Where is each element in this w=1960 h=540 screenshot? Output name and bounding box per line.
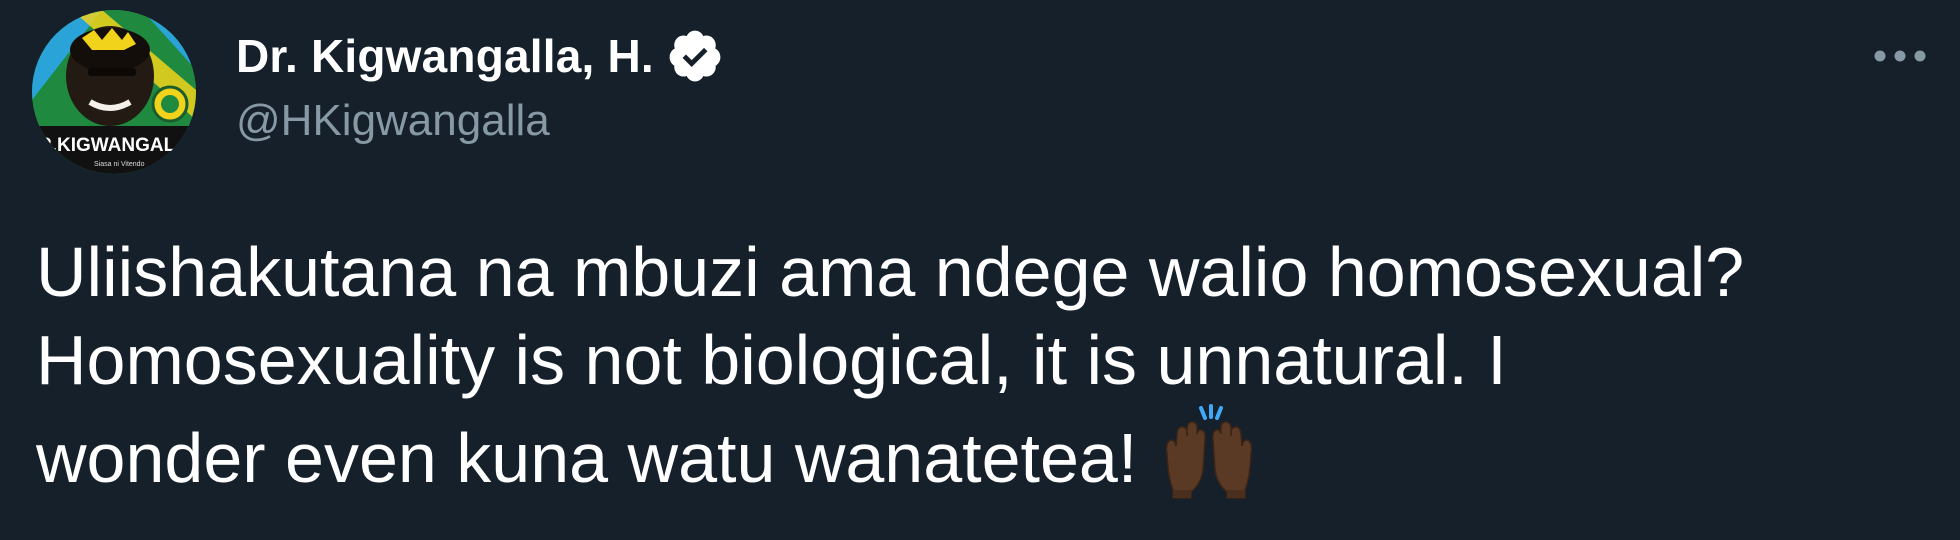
avatar-image: R.KIGWANGAL Siasa ni Vitendo — [32, 10, 196, 174]
author-name-row[interactable]: Dr. Kigwangalla, H. — [236, 28, 724, 84]
tweet-text-line-3: wonder even kuna watu wanatetea! — [36, 404, 1936, 502]
tweet-body: Uliishakutana na mbuzi ama ndege walio h… — [36, 228, 1936, 502]
more-options-icon — [1874, 50, 1926, 62]
avatar-slogan-text: Siasa ni Vitendo — [94, 161, 145, 168]
tweet-text-line-3-text: wonder even kuna watu wanatetea! — [36, 419, 1138, 497]
raising-hands-icon — [1161, 404, 1257, 500]
verified-badge-icon — [666, 27, 724, 85]
author-display-name[interactable]: Dr. Kigwangalla, H. — [236, 29, 654, 83]
more-options-button[interactable] — [1868, 36, 1932, 76]
author-handle[interactable]: @HKigwangalla — [236, 96, 550, 146]
tweet-text-line-2: Homosexuality is not biological, it is u… — [36, 321, 1507, 399]
author-avatar[interactable]: R.KIGWANGAL Siasa ni Vitendo — [32, 10, 196, 174]
tweet-card: R.KIGWANGAL Siasa ni Vitendo Dr. Kigwang… — [0, 0, 1960, 540]
avatar-banner-text: R.KIGWANGAL — [38, 135, 176, 156]
tweet-text-line-1: Uliishakutana na mbuzi ama ndege walio h… — [36, 233, 1745, 311]
